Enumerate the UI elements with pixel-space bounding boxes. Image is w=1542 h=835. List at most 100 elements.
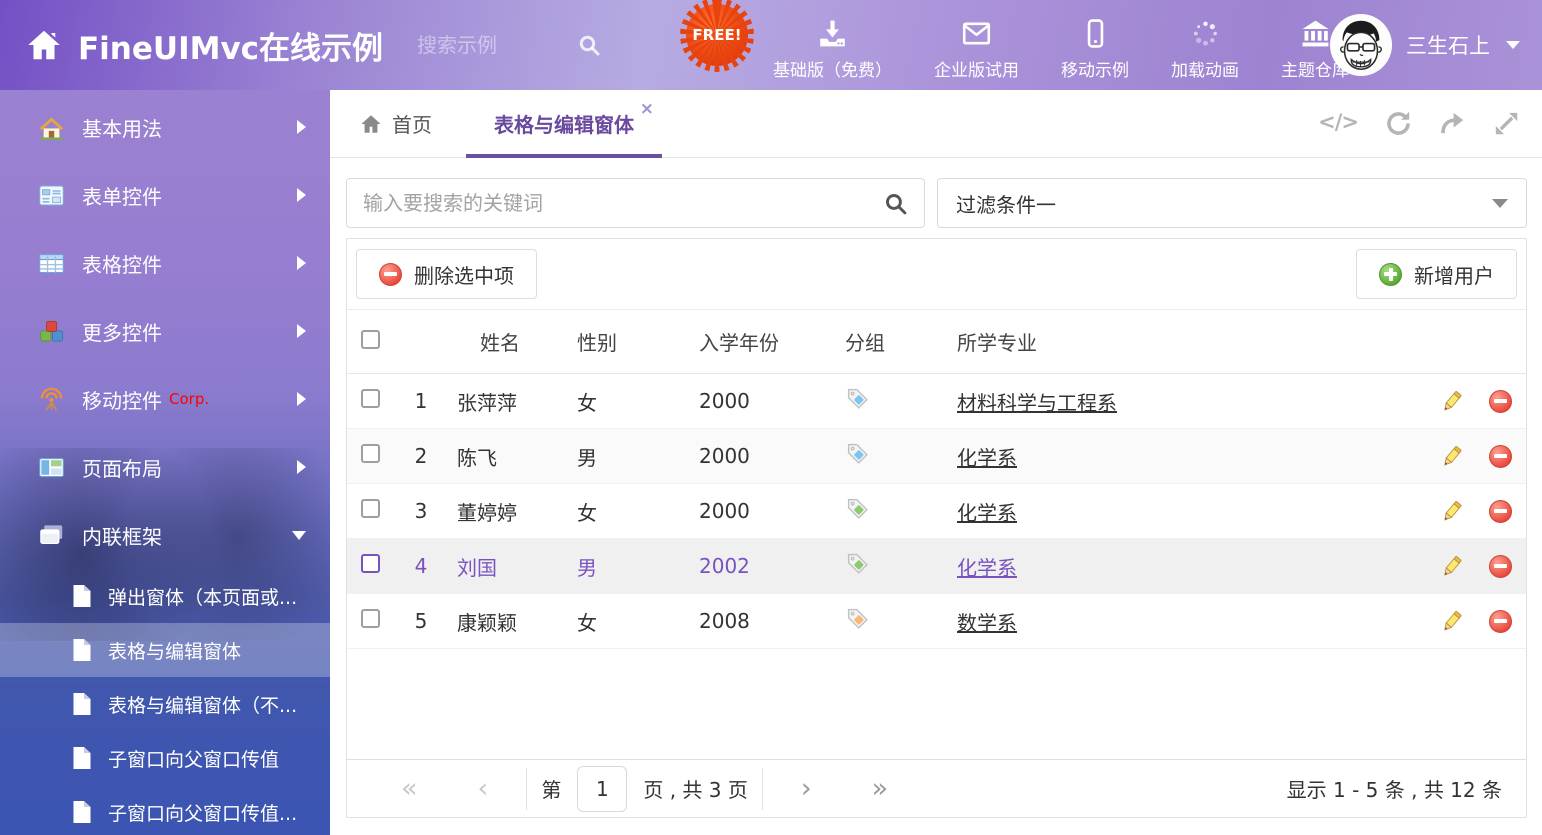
column-header-gender[interactable]: 性别: [565, 327, 687, 356]
row-checkbox[interactable]: [361, 444, 380, 463]
prev-page-button[interactable]: ‹: [478, 775, 489, 802]
table-row[interactable]: 1 张萍萍 女 2000 材料科学与工程系: [347, 374, 1526, 429]
share-icon[interactable]: [1439, 110, 1466, 137]
select-all-checkbox[interactable]: [361, 330, 380, 349]
frames-icon: [38, 522, 65, 549]
delete-selected-button[interactable]: 删除选中项: [356, 249, 537, 299]
sidebar-item-inline-frame[interactable]: 内联框架: [0, 501, 330, 569]
column-header-group[interactable]: 分组: [833, 327, 945, 356]
row-checkbox[interactable]: [361, 609, 380, 628]
major-link[interactable]: 数学系: [957, 611, 1017, 635]
delete-row-icon[interactable]: [1489, 555, 1512, 578]
column-header-year[interactable]: 入学年份: [687, 327, 833, 356]
cell-gender: 男: [565, 442, 687, 471]
sidebar-item-grid-controls[interactable]: 表格控件: [0, 229, 330, 297]
major-link[interactable]: 化学系: [957, 501, 1017, 525]
edit-pencil-icon[interactable]: [1439, 609, 1464, 634]
tab-home[interactable]: 首页: [360, 109, 432, 138]
sidebar-item-label: 内联框架: [82, 521, 162, 550]
tag-icon: [845, 496, 870, 521]
app-header: FineUIMvc在线示例 FREE! 基础版（免费） 企业版试用 移动示例 加…: [0, 0, 1542, 90]
delete-row-icon[interactable]: [1489, 390, 1512, 413]
search-icon[interactable]: [577, 33, 601, 57]
row-checkbox[interactable]: [361, 389, 380, 408]
refresh-icon[interactable]: [1385, 110, 1412, 137]
sidebar-subitem-grid-edit-window[interactable]: 表格与编辑窗体: [0, 623, 330, 677]
tab-bar: 首页 表格与编辑窗体 × </>: [330, 90, 1542, 158]
add-user-button[interactable]: 新增用户: [1356, 249, 1517, 299]
sidebar-item-mobile-controls[interactable]: 移动控件 Corp.: [0, 365, 330, 433]
sidebar-subitem-child-to-parent-2[interactable]: 子窗口向父窗口传值...: [0, 785, 330, 835]
spinner-icon: [1190, 18, 1221, 49]
table-empty-area: [347, 649, 1526, 759]
header-search-input[interactable]: [417, 33, 577, 57]
tab-grid-edit-window[interactable]: 表格与编辑窗体 ×: [466, 90, 662, 157]
page-icon: [72, 638, 92, 662]
search-icon[interactable]: [883, 191, 908, 216]
sidebar: 基本用法 表单控件 表格控件 更多控件 移动控件 Corp.: [0, 90, 330, 835]
nav-loading-animation[interactable]: 加载动画: [1150, 18, 1260, 81]
page-number-input[interactable]: [577, 766, 627, 812]
column-header-name[interactable]: 姓名: [445, 327, 565, 356]
table-row[interactable]: 2 陈飞 男 2000 化学系: [347, 429, 1526, 484]
row-number: 1: [397, 389, 445, 413]
nav-basic-edition[interactable]: 基础版（免费）: [752, 18, 913, 81]
cell-year: 2000: [687, 499, 833, 523]
keyword-search-box: [346, 178, 925, 228]
cell-gender: 女: [565, 387, 687, 416]
filter-dropdown[interactable]: 过滤条件一: [937, 178, 1527, 228]
major-link[interactable]: 化学系: [957, 446, 1017, 470]
home-icon[interactable]: [26, 27, 62, 63]
sidebar-subitem-grid-edit-window-2[interactable]: 表格与编辑窗体（不...: [0, 677, 330, 731]
sidebar-item-label: 页面布局: [82, 453, 162, 482]
row-checkbox[interactable]: [361, 499, 380, 518]
divider: [762, 768, 763, 810]
filter-dropdown-value: 过滤条件一: [956, 189, 1056, 218]
source-code-icon[interactable]: </>: [1318, 110, 1358, 137]
sidebar-item-basic-usage[interactable]: 基本用法: [0, 93, 330, 161]
major-link[interactable]: 材料科学与工程系: [957, 391, 1117, 415]
free-badge: FREE!: [686, 4, 748, 66]
sidebar-subitem-label: 表格与编辑窗体: [108, 637, 241, 664]
chevron-down-icon: [1492, 199, 1508, 208]
app-title: FineUIMvc在线示例: [78, 23, 383, 68]
edit-pencil-icon[interactable]: [1439, 389, 1464, 414]
table-body: 1 张萍萍 女 2000 材料科学与工程系 2 陈飞 男 2000 化学: [347, 374, 1526, 649]
button-label: 新增用户: [1414, 260, 1494, 289]
row-checkbox[interactable]: [361, 554, 380, 573]
close-icon[interactable]: ×: [640, 101, 654, 118]
edit-pencil-icon[interactable]: [1439, 554, 1464, 579]
column-header-major[interactable]: 所学专业: [945, 327, 1428, 356]
cell-year: 2008: [687, 609, 833, 633]
filter-row: 过滤条件一: [346, 178, 1527, 228]
edit-pencil-icon[interactable]: [1439, 444, 1464, 469]
next-page-button[interactable]: ›: [801, 775, 812, 802]
delete-row-icon[interactable]: [1489, 445, 1512, 468]
nav-enterprise-trial[interactable]: 企业版试用: [913, 18, 1040, 81]
sidebar-subitem-child-to-parent[interactable]: 子窗口向父窗口传值: [0, 731, 330, 785]
table-row[interactable]: 4 刘国 男 2002 化学系: [347, 539, 1526, 594]
tab-label: 表格与编辑窗体: [494, 109, 634, 138]
fullscreen-icon[interactable]: [1493, 110, 1520, 137]
user-menu[interactable]: 三生石上: [1330, 0, 1520, 90]
delete-row-icon[interactable]: [1489, 500, 1512, 523]
delete-row-icon[interactable]: [1489, 610, 1512, 633]
nav-mobile-demo[interactable]: 移动示例: [1040, 18, 1150, 81]
sidebar-item-more-controls[interactable]: 更多控件: [0, 297, 330, 365]
divider: [526, 768, 527, 810]
cell-gender: 男: [565, 552, 687, 581]
sidebar-subitem-popup-window[interactable]: 弹出窗体（本页面或...: [0, 569, 330, 623]
sidebar-subitem-label: 子窗口向父窗口传值...: [108, 799, 297, 826]
chevron-down-icon: [292, 531, 306, 540]
keyword-search-input[interactable]: [363, 191, 883, 215]
sidebar-item-page-layout[interactable]: 页面布局: [0, 433, 330, 501]
button-label: 删除选中项: [414, 260, 514, 289]
table-row[interactable]: 3 董婷婷 女 2000 化学系: [347, 484, 1526, 539]
last-page-button[interactable]: »: [872, 775, 889, 802]
first-page-button[interactable]: «: [401, 775, 418, 802]
cell-name: 陈飞: [445, 442, 565, 471]
edit-pencil-icon[interactable]: [1439, 499, 1464, 524]
sidebar-item-form-controls[interactable]: 表单控件: [0, 161, 330, 229]
table-row[interactable]: 5 康颖颖 女 2008 数学系: [347, 594, 1526, 649]
major-link[interactable]: 化学系: [957, 556, 1017, 580]
